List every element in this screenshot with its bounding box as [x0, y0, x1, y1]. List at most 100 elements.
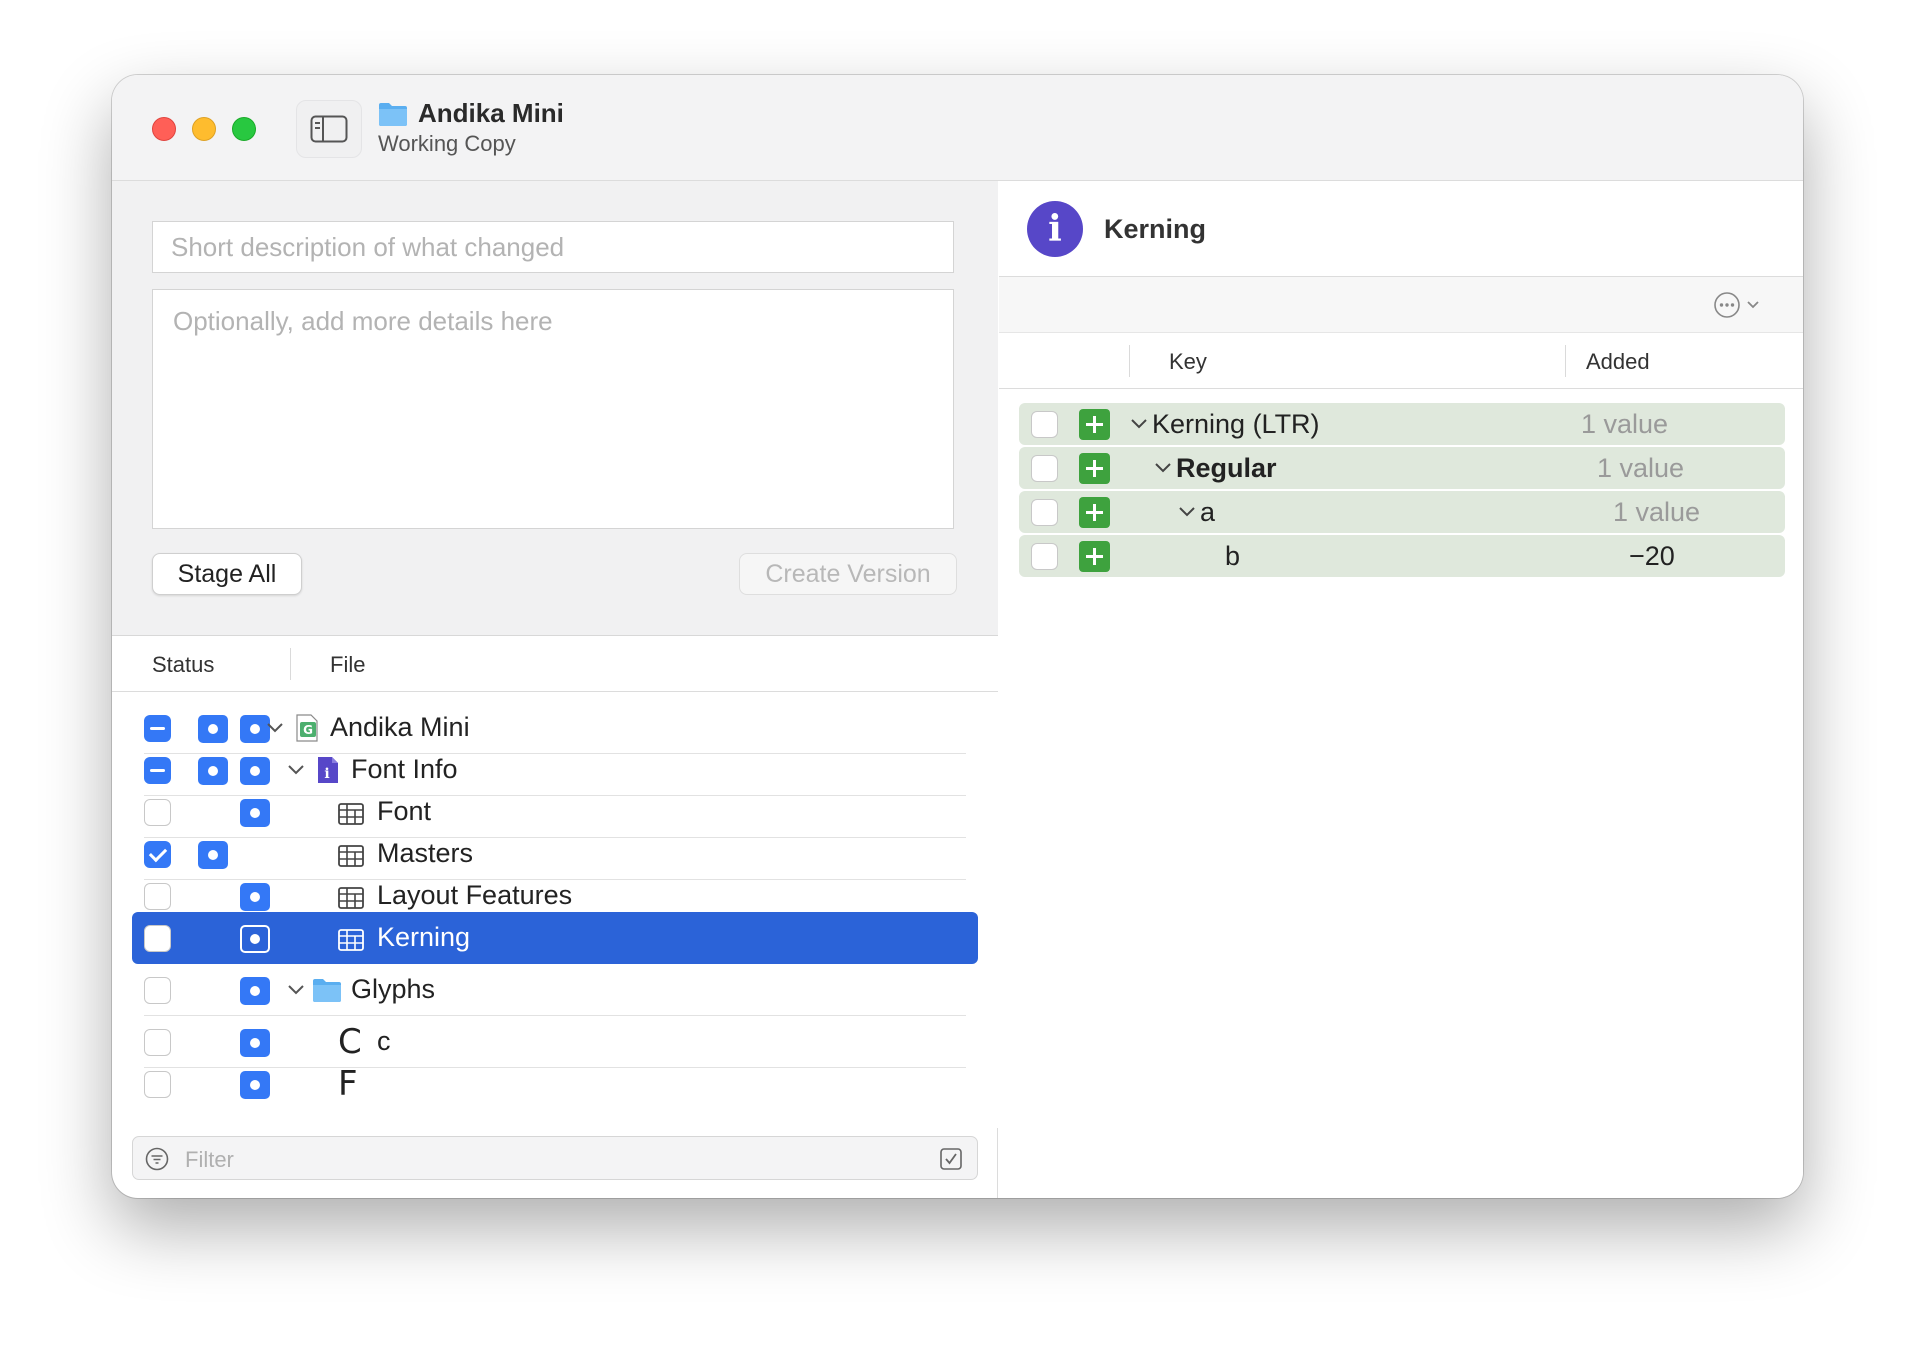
- kerning-added-value: 1 value: [1613, 497, 1701, 527]
- more-options-button[interactable]: [1713, 289, 1773, 321]
- stage-checkbox[interactable]: [144, 715, 171, 742]
- folder-icon: [313, 979, 341, 1002]
- column-divider: [290, 648, 291, 680]
- key-column-header[interactable]: Key: [1169, 349, 1207, 375]
- sidebar-toggle-icon: [310, 115, 348, 143]
- plus-icon: [1079, 497, 1110, 528]
- glyph-preview: C: [338, 1022, 362, 1062]
- status-indicator: [240, 757, 270, 785]
- font-file-icon: G: [296, 714, 318, 742]
- kerning-added-value: 1 value: [1597, 453, 1685, 483]
- file-name: Kerning: [377, 922, 471, 952]
- kerning-key: Regular: [1176, 453, 1277, 483]
- summary-input[interactable]: [152, 221, 954, 273]
- detail-pane: i Kerning Key Added Kerning (LTR) 1 valu…: [999, 181, 1803, 1198]
- status-indicator: [198, 715, 228, 743]
- stage-checkbox[interactable]: [144, 1029, 171, 1056]
- status-indicator: [240, 883, 270, 911]
- info-icon: i: [1027, 201, 1083, 257]
- file-row-kerning[interactable]: Kerning: [132, 912, 978, 964]
- chevron-down-icon[interactable]: [1153, 457, 1173, 477]
- svg-text:i: i: [324, 766, 329, 782]
- stage-all-button[interactable]: Stage All: [152, 553, 302, 595]
- stage-checkbox[interactable]: [144, 1071, 171, 1098]
- folder-icon: [379, 103, 407, 126]
- svg-text:G: G: [303, 723, 313, 737]
- kerning-row[interactable]: Regular 1 value: [1019, 447, 1785, 489]
- chevron-down-icon: [1747, 301, 1759, 309]
- status-indicator: [240, 1071, 270, 1099]
- kerning-added-value: 1 value: [1581, 409, 1669, 439]
- details-input[interactable]: [152, 289, 954, 529]
- kerning-row[interactable]: b −20: [1019, 535, 1785, 577]
- close-window-button[interactable]: [152, 117, 176, 141]
- detail-header: i Kerning: [999, 181, 1803, 277]
- checkmark-toggle-icon[interactable]: [939, 1147, 963, 1171]
- glyph-preview: F: [338, 1064, 358, 1104]
- stage-checkbox[interactable]: [1031, 543, 1058, 570]
- file-row-glyph-partial[interactable]: F: [132, 1058, 978, 1110]
- stage-checkbox[interactable]: [144, 841, 171, 868]
- window-title: Andika Mini: [418, 98, 564, 128]
- chevron-down-icon[interactable]: [1129, 413, 1149, 433]
- chevron-down-icon[interactable]: [285, 978, 307, 1000]
- file-column-header[interactable]: File: [330, 652, 365, 678]
- file-name: Font Info: [351, 754, 458, 784]
- column-divider: [1565, 345, 1566, 377]
- filter-icon: [145, 1147, 169, 1171]
- table-icon: [338, 887, 364, 909]
- file-name: Glyphs: [351, 974, 436, 1004]
- create-version-button[interactable]: Create Version: [739, 553, 957, 595]
- plus-icon: [1079, 453, 1110, 484]
- kerning-key: b: [1225, 541, 1241, 571]
- status-column-header[interactable]: Status: [152, 652, 214, 678]
- chevron-down-icon[interactable]: [285, 758, 307, 780]
- column-divider: [1129, 345, 1130, 377]
- stage-checkbox[interactable]: [144, 799, 171, 826]
- status-indicator: [198, 841, 228, 869]
- chevron-down-icon[interactable]: [264, 716, 286, 738]
- file-row-glyphs[interactable]: Glyphs: [132, 964, 978, 1016]
- table-icon: [338, 845, 364, 867]
- table-icon: [338, 929, 364, 951]
- file-name: Font: [377, 796, 432, 826]
- chevron-down-icon[interactable]: [1177, 501, 1197, 521]
- filter-field[interactable]: Filter: [132, 1136, 978, 1180]
- stage-checkbox[interactable]: [1031, 455, 1058, 482]
- commit-area: Stage All Create Version: [112, 181, 998, 636]
- kerning-added-value: −20: [1629, 541, 1675, 571]
- changes-pane: Stage All Create Version Status File G A…: [112, 181, 998, 1198]
- title-bar: Andika Mini Working Copy: [112, 75, 1803, 181]
- sidebar-toggle-button[interactable]: [296, 100, 362, 158]
- status-indicator: [240, 925, 270, 953]
- file-name: Andika Mini: [330, 712, 470, 742]
- stage-checkbox[interactable]: [144, 977, 171, 1004]
- kerning-key: a: [1200, 497, 1216, 527]
- file-list: G Andika Mini i Font Info Font Masters L…: [112, 692, 998, 1128]
- stage-checkbox[interactable]: [1031, 411, 1058, 438]
- kerning-row[interactable]: a 1 value: [1019, 491, 1785, 533]
- plus-icon: [1079, 409, 1110, 440]
- filter-placeholder: Filter: [185, 1147, 234, 1172]
- file-list-header: Status File: [112, 636, 998, 692]
- stage-checkbox[interactable]: [1031, 499, 1058, 526]
- ellipsis-circle-icon: [1714, 292, 1740, 318]
- detail-title: Kerning: [1104, 214, 1207, 244]
- app-window: Andika Mini Working Copy Stage All Creat…: [112, 75, 1803, 1198]
- detail-toolbar: [999, 277, 1803, 333]
- file-name: c: [377, 1026, 391, 1056]
- zoom-window-button[interactable]: [232, 117, 256, 141]
- table-icon: [338, 803, 364, 825]
- file-name: Layout Features: [377, 880, 573, 910]
- stage-checkbox[interactable]: [144, 757, 171, 784]
- kerning-table-header: Key Added: [999, 333, 1803, 389]
- stage-checkbox[interactable]: [144, 883, 171, 910]
- minimize-window-button[interactable]: [192, 117, 216, 141]
- status-indicator: [240, 977, 270, 1005]
- status-indicator: [240, 799, 270, 827]
- added-column-header[interactable]: Added: [1586, 349, 1650, 375]
- window-subtitle: Working Copy: [378, 131, 516, 156]
- file-name: Masters: [377, 838, 474, 868]
- stage-checkbox[interactable]: [144, 925, 171, 952]
- kerning-row[interactable]: Kerning (LTR) 1 value: [1019, 403, 1785, 445]
